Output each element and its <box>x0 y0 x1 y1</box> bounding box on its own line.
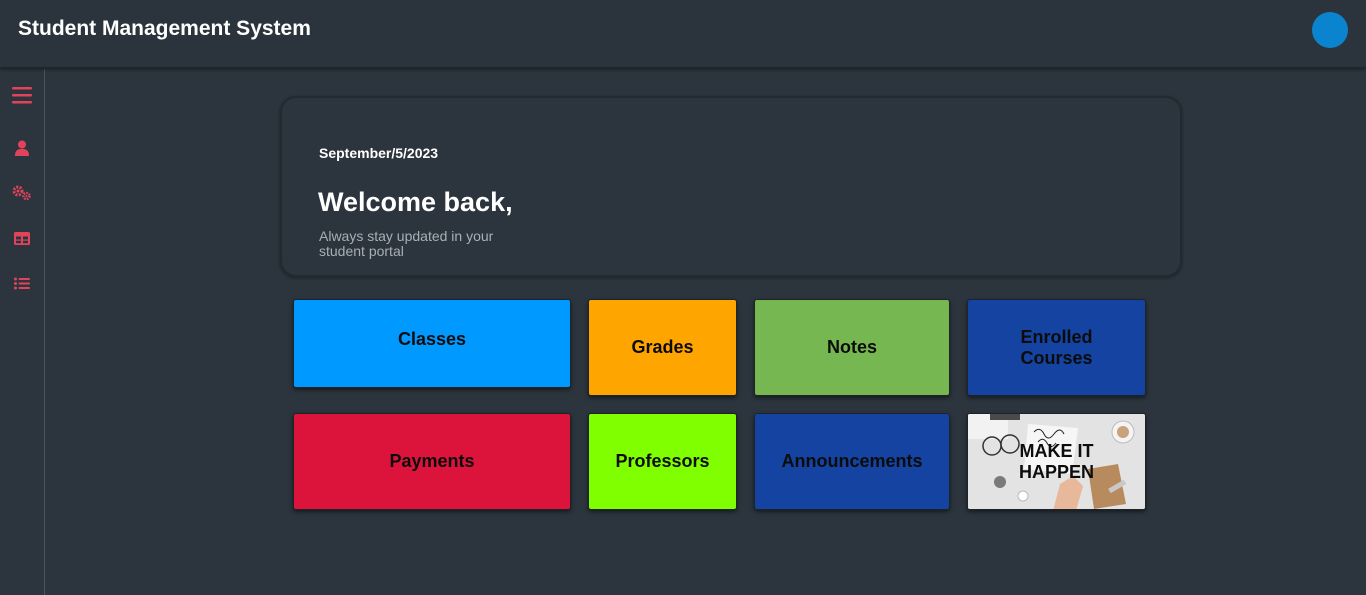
user-icon[interactable] <box>11 138 33 158</box>
app-title: Student Management System <box>18 17 311 40</box>
current-date: September/5/2023 <box>319 145 439 161</box>
sidebar <box>0 69 45 595</box>
announcements-tile[interactable]: Announcements <box>754 413 950 510</box>
payments-tile[interactable]: Payments <box>293 413 571 510</box>
professors-tile[interactable]: Professors <box>588 413 737 510</box>
table-icon[interactable] <box>11 228 33 248</box>
classes-tile[interactable]: Classes <box>293 299 571 388</box>
avatar[interactable] <box>1312 12 1348 48</box>
list-icon[interactable] <box>11 273 33 293</box>
menu-icon[interactable] <box>11 85 33 105</box>
welcome-card: September/5/2023 Welcome back, Always st… <box>280 96 1182 277</box>
top-bar: Student Management System <box>0 0 1366 68</box>
welcome-subtitle: Always stay updated in your student port… <box>319 228 494 259</box>
enrolled-courses-tile[interactable]: Enrolled Courses <box>967 299 1146 396</box>
gears-icon[interactable] <box>11 183 33 203</box>
grades-tile[interactable]: Grades <box>588 299 737 396</box>
notes-tile[interactable]: Notes <box>754 299 950 396</box>
welcome-heading: Welcome back, <box>318 187 513 217</box>
make-it-happen-tile[interactable]: MAKE IT HAPPEN <box>967 413 1146 510</box>
